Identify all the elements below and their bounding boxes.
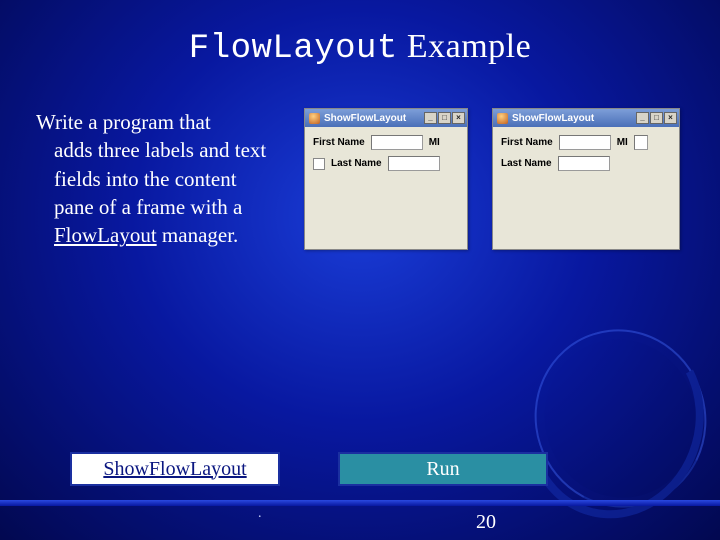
titlebar: ShowFlowLayout _ □ ×	[305, 109, 467, 127]
close-icon: ×	[452, 112, 465, 124]
java-icon	[497, 113, 508, 124]
first-name-label: First Name	[501, 137, 553, 148]
window-example-1: ShowFlowLayout _ □ × First Name MI Last …	[304, 108, 468, 250]
last-name-field	[388, 156, 440, 171]
last-name-label: Last Name	[501, 158, 552, 169]
maximize-icon: □	[438, 112, 451, 124]
checkbox	[313, 158, 325, 170]
java-icon	[309, 113, 320, 124]
description-text: Write a program that adds three labels a…	[36, 108, 280, 250]
footer-dot: .	[258, 506, 262, 522]
screenshots: ShowFlowLayout _ □ × First Name MI Last …	[304, 108, 680, 250]
window-example-2: ShowFlowLayout _ □ × First Name MI Last …	[492, 108, 680, 250]
button-row: ShowFlowLayout Run	[70, 452, 548, 486]
showflowlayout-button[interactable]: ShowFlowLayout	[70, 452, 280, 486]
minimize-icon: _	[424, 112, 437, 124]
mi-field	[634, 135, 648, 150]
title-rest: Example	[398, 28, 531, 65]
mi-label: MI	[429, 137, 440, 148]
title-code: FlowLayout	[189, 30, 398, 68]
window-title: ShowFlowLayout	[512, 113, 594, 124]
slide-title: FlowLayout Example	[0, 0, 720, 68]
first-name-field	[371, 135, 423, 150]
footer-divider	[0, 500, 720, 506]
titlebar: ShowFlowLayout _ □ ×	[493, 109, 679, 127]
maximize-icon: □	[650, 112, 663, 124]
close-icon: ×	[664, 112, 677, 124]
content-area: Write a program that adds three labels a…	[0, 68, 720, 250]
last-name-field	[558, 156, 610, 171]
run-button[interactable]: Run	[338, 452, 548, 486]
mi-label: MI	[617, 137, 628, 148]
first-name-field	[559, 135, 611, 150]
last-name-label: Last Name	[331, 158, 382, 169]
minimize-icon: _	[636, 112, 649, 124]
page-number: 20	[476, 511, 496, 534]
window-title: ShowFlowLayout	[324, 113, 406, 124]
flowlayout-link: FlowLayout	[54, 223, 157, 247]
first-name-label: First Name	[313, 137, 365, 148]
